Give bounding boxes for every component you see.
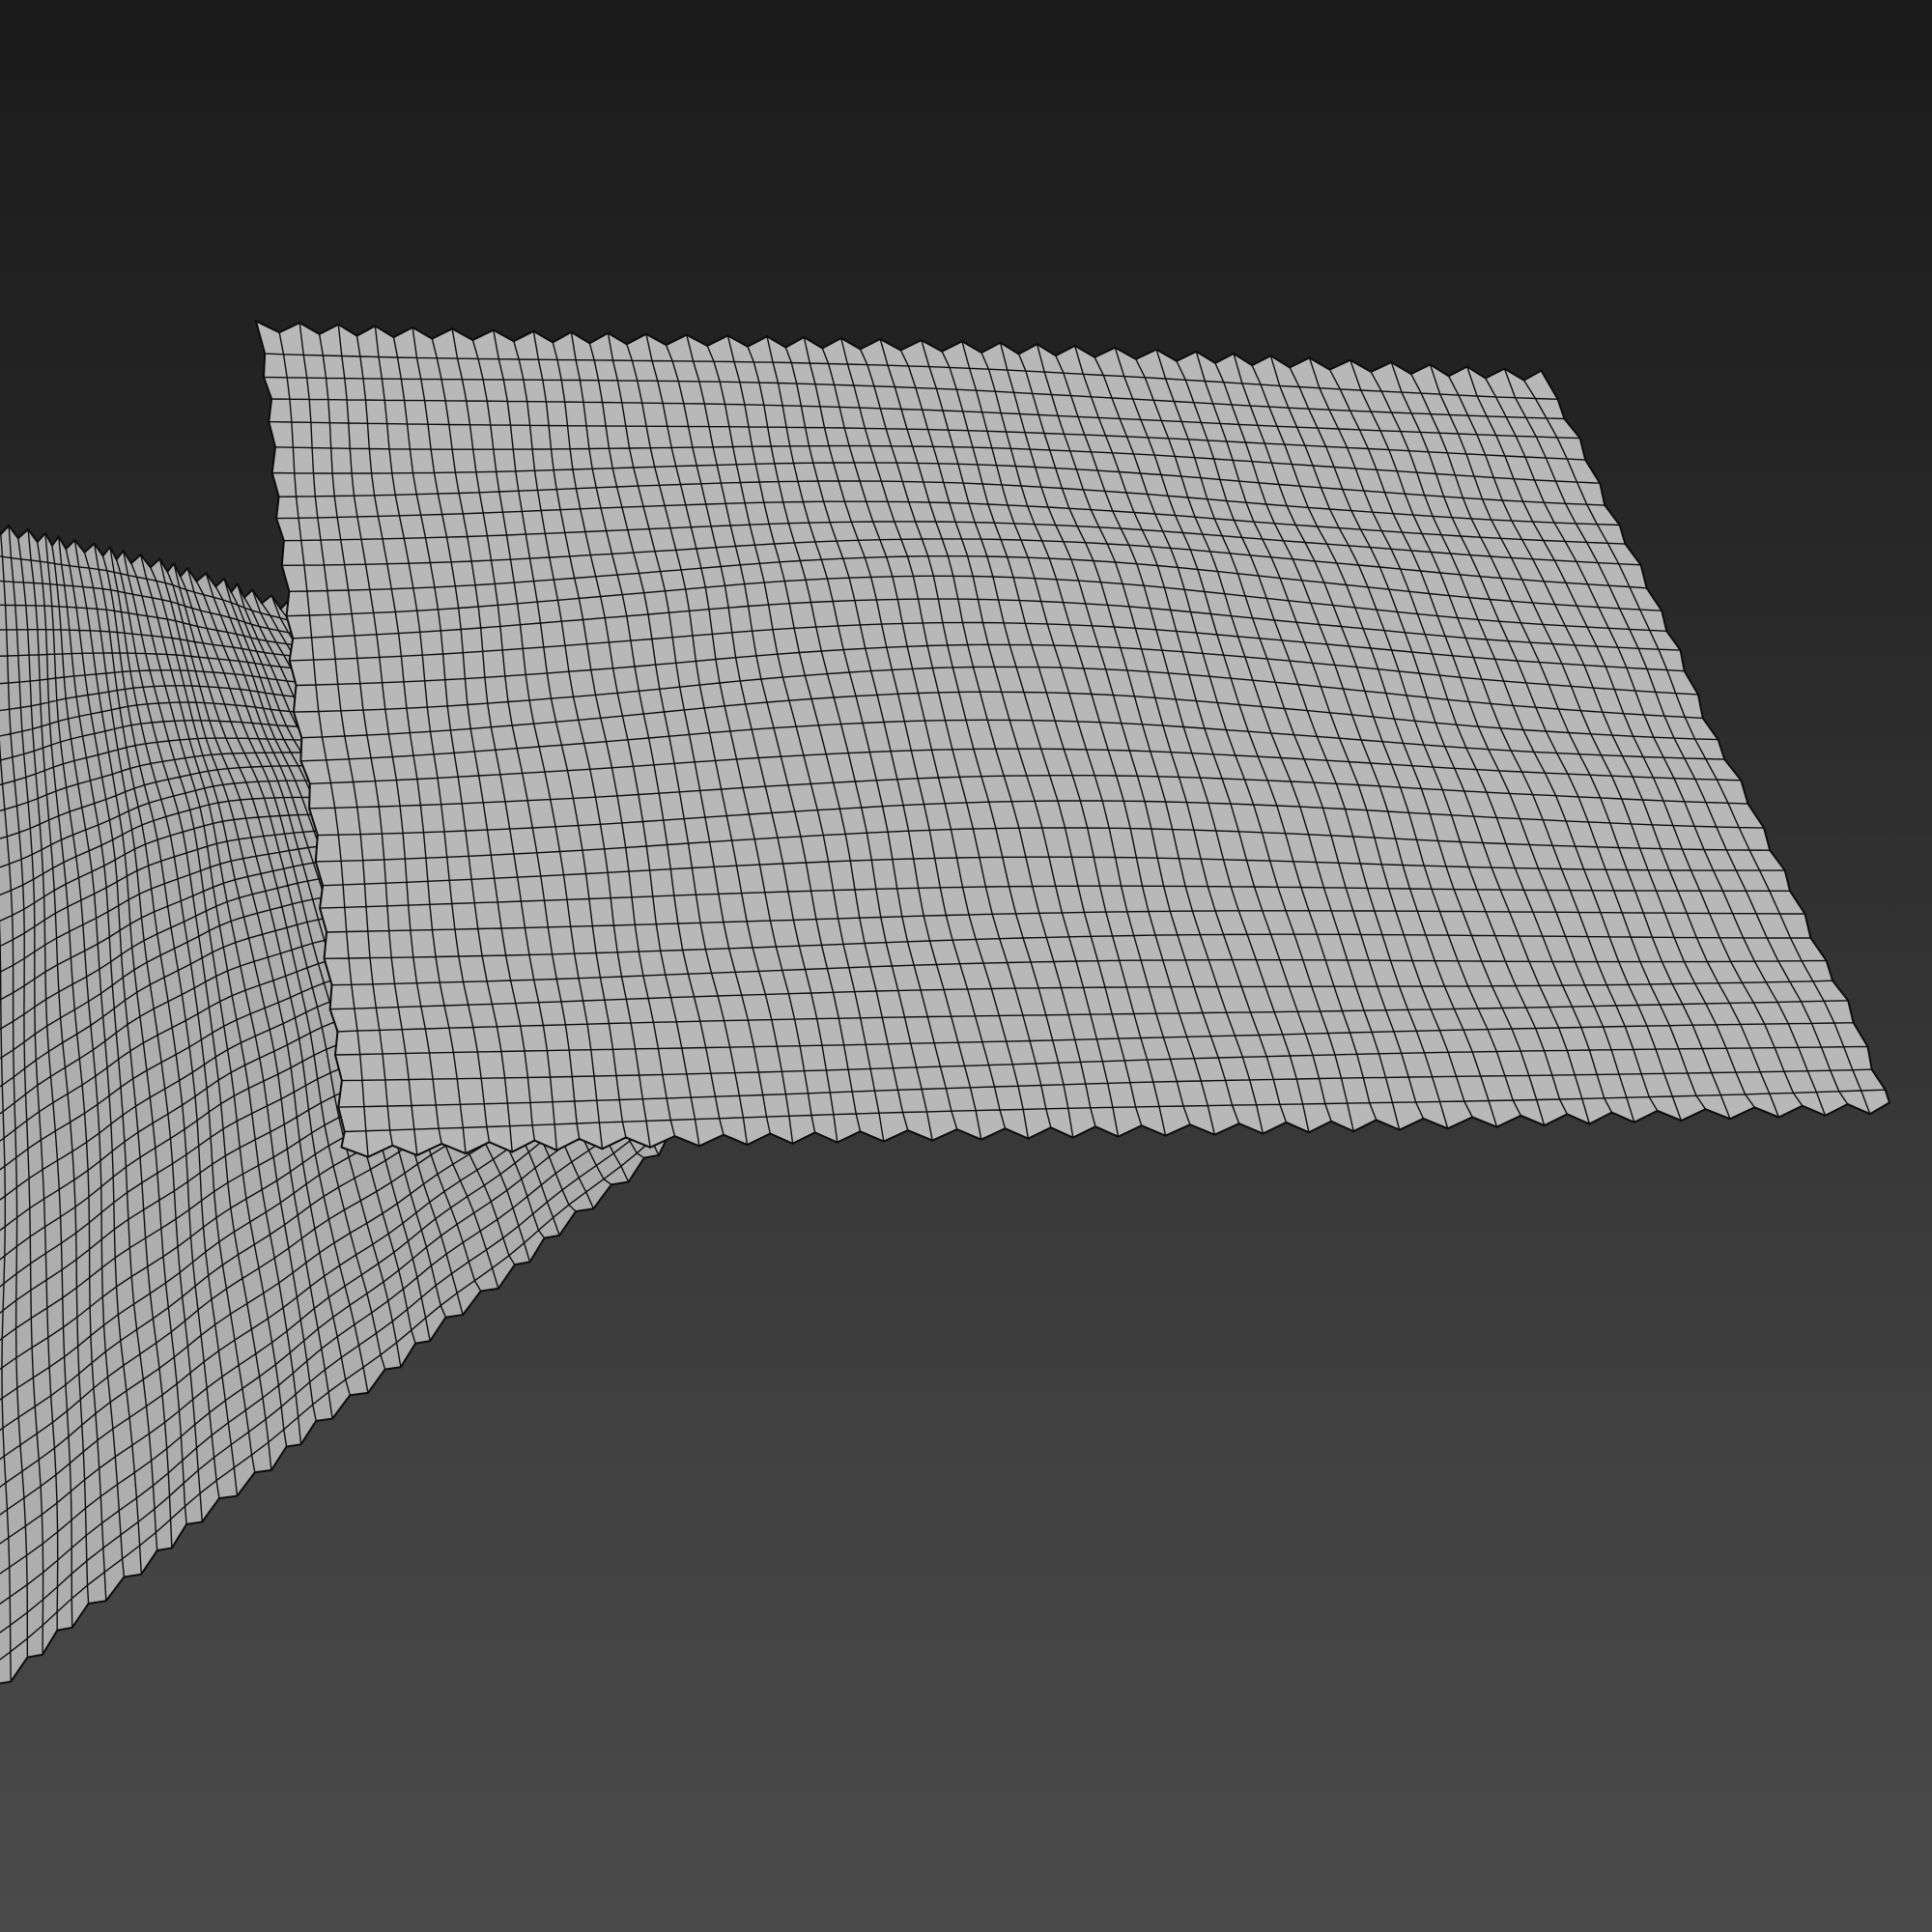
viewport-scene[interactable] — [0, 0, 1932, 1932]
cloth-pillow-mesh-front[interactable] — [254, 319, 1891, 1158]
3d-viewport[interactable] — [0, 0, 1932, 1932]
